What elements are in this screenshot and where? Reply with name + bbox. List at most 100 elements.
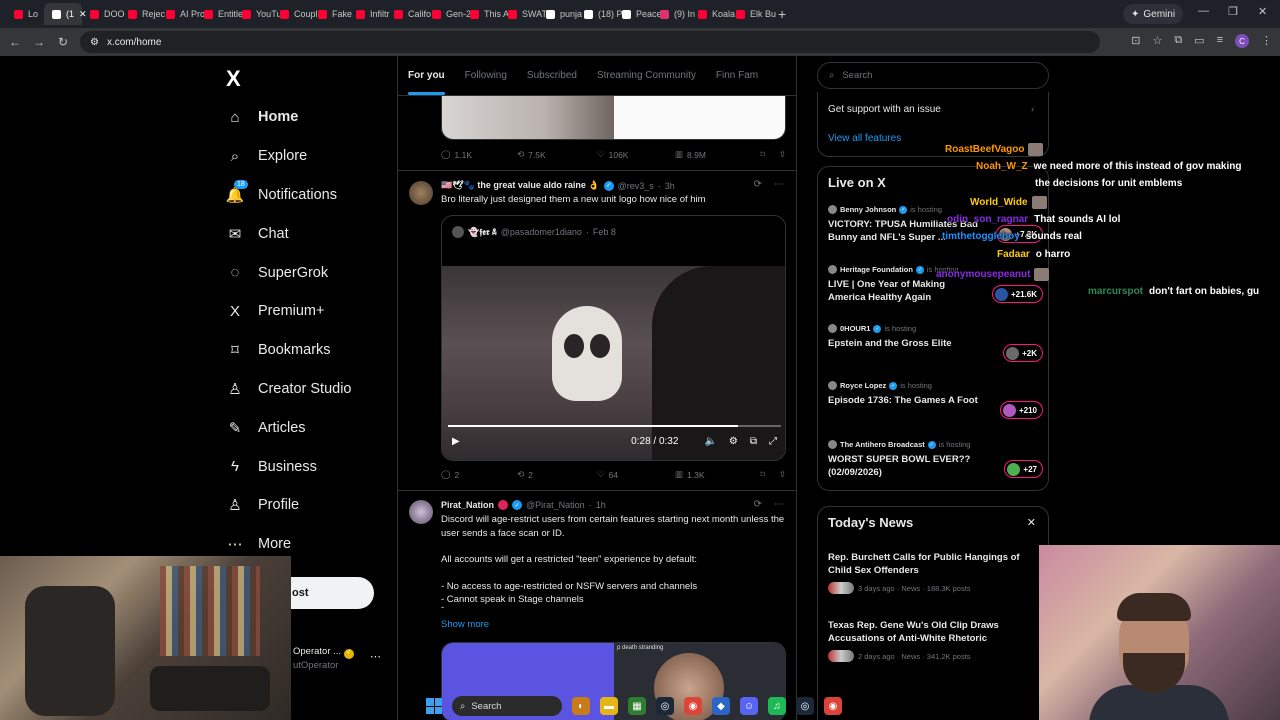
- sidebar-item-premium-[interactable]: X Premium+: [226, 292, 396, 331]
- sidebar-item-chat[interactable]: ✉ Chat: [226, 214, 396, 253]
- share-icon[interactable]: ⇪: [779, 149, 786, 160]
- video-progress-bar[interactable]: [448, 425, 781, 427]
- browser-tab[interactable]: DOO: [82, 3, 125, 25]
- views-button[interactable]: ▥ 1.3K: [675, 469, 755, 480]
- sidebar-item-home[interactable]: ⌂ Home: [226, 98, 396, 137]
- news-item[interactable]: Texas Rep. Gene Wu's Old Clip Draws Accu…: [828, 619, 1040, 662]
- view-all-features-link[interactable]: View all features: [828, 133, 901, 144]
- browser-tab[interactable]: Rejec: [120, 3, 165, 25]
- sidebar-item-bookmarks[interactable]: ⌑ Bookmarks: [226, 331, 396, 370]
- tab-following[interactable]: Following: [465, 70, 507, 81]
- discord-icon[interactable]: ☺: [740, 697, 758, 715]
- browser-tab[interactable]: Lo: [6, 3, 44, 25]
- support-link[interactable]: Get support with an issue: [828, 104, 941, 115]
- tabs-icon[interactable]: ≡: [1217, 34, 1223, 48]
- news-item[interactable]: Rep. Burchett Calls for Public Hangings …: [828, 551, 1040, 594]
- browser-tab[interactable]: SWAT: [500, 3, 547, 25]
- chrome-icon[interactable]: ◉: [684, 697, 702, 715]
- close-window-button[interactable]: ✕: [1258, 5, 1267, 18]
- sidebar-item-supergrok[interactable]: ◌ SuperGrok: [226, 253, 396, 292]
- gemini-button[interactable]: ✦ Gemini: [1123, 4, 1184, 24]
- browser-tab[interactable]: Elk Bu: [728, 3, 776, 25]
- profile-avatar[interactable]: C: [1235, 34, 1249, 48]
- live-item[interactable]: The Antihero Broadcast ✓ is hosting WORST S…: [828, 440, 1043, 479]
- live-item[interactable]: Royce Lopez ✓ is hosting Episode 1736: The …: [828, 381, 1043, 419]
- repost-button[interactable]: ⟲ 7.5K: [517, 149, 597, 160]
- more-icon[interactable]: ⋯: [774, 179, 784, 190]
- tweet-media[interactable]: [441, 96, 786, 140]
- file-explorer-icon[interactable]: ▬: [600, 697, 618, 715]
- share-icon[interactable]: ⇪: [779, 469, 786, 480]
- browser-tab[interactable]: Fake: [310, 3, 352, 25]
- tab-streaming-community[interactable]: Streaming Community: [597, 70, 696, 81]
- browser-tab[interactable]: Gen-2: [424, 3, 471, 25]
- sidebar-item-creator-studio[interactable]: ♙ Creator Studio: [226, 370, 396, 409]
- live-listeners-pill[interactable]: +210: [999, 401, 1043, 419]
- browser-tab[interactable]: Infiltr: [348, 3, 390, 25]
- tab-for-you[interactable]: For you: [408, 70, 445, 95]
- browser-tab[interactable]: Entitle: [196, 3, 243, 25]
- chrome-icon[interactable]: ◉: [824, 697, 842, 715]
- account-more-icon[interactable]: ⋯: [370, 650, 381, 663]
- browser-tab[interactable]: (1 ✕: [44, 3, 87, 25]
- site-info-icon[interactable]: ⚙: [90, 37, 99, 48]
- browser-tab[interactable]: Peace: [614, 3, 662, 25]
- install-icon[interactable]: ⊡: [1131, 34, 1140, 48]
- browser-tab[interactable]: AI Pro: [158, 3, 205, 25]
- new-tab-button[interactable]: +: [778, 6, 786, 22]
- reload-icon[interactable]: ↻: [51, 35, 75, 49]
- bookmark-star-icon[interactable]: ☆: [1152, 34, 1162, 48]
- quoted-tweet[interactable]: 👻𝖋𝖊𝖗 ☠ @pasadomer1diano · Feb 8 ▶ 0:28 /…: [441, 215, 786, 461]
- like-button[interactable]: ♡ 106K: [597, 149, 675, 160]
- live-listeners-pill[interactable]: +21.6K: [991, 285, 1043, 303]
- repost-button[interactable]: ⟲ 2: [517, 469, 597, 480]
- taskbar-app-icon[interactable]: ▦: [628, 697, 646, 715]
- volume-icon[interactable]: 🔈: [704, 436, 716, 447]
- sidebar-item-profile[interactable]: ♙ Profile: [226, 486, 396, 525]
- maximize-button[interactable]: ❐: [1228, 5, 1238, 18]
- tweet-time[interactable]: 1h: [596, 500, 606, 510]
- popout-icon[interactable]: ⧉: [750, 436, 757, 447]
- live-listeners-pill[interactable]: +2K: [1003, 344, 1043, 362]
- search-input[interactable]: ⌕ Search: [817, 62, 1049, 89]
- tweet-time[interactable]: 3h: [665, 181, 675, 191]
- url-field[interactable]: ⚙ x.com/home: [80, 31, 1100, 53]
- menu-icon[interactable]: ⋮: [1261, 34, 1272, 48]
- browser-tab[interactable]: YouTu: [234, 3, 281, 25]
- video-player[interactable]: ▶ 0:28 / 0:32 🔈 ⚙ ⧉ ⤢: [442, 266, 785, 460]
- tab-subscribed[interactable]: Subscribed: [527, 70, 577, 81]
- close-icon[interactable]: ✕: [1027, 516, 1036, 529]
- sidebar-item-explore[interactable]: ⌕ Explore: [226, 137, 396, 176]
- account-switcher[interactable]: Operator ... ✓ utOperator: [293, 645, 354, 672]
- live-listeners-pill[interactable]: +27: [1004, 460, 1043, 478]
- author-handle[interactable]: @rev3_s: [618, 181, 654, 191]
- browser-tab[interactable]: Coupl: [272, 3, 318, 25]
- start-button[interactable]: [426, 698, 442, 714]
- live-item[interactable]: 0HOUR1 ✓ is hosting Epstein and the Gross E…: [828, 324, 1043, 362]
- browser-tab[interactable]: punja: [538, 3, 582, 25]
- bookmark-icon[interactable]: ⌑: [761, 469, 765, 480]
- steam-icon[interactable]: ◎: [656, 697, 674, 715]
- browser-tab[interactable]: Koala: [690, 3, 735, 25]
- avatar[interactable]: [409, 181, 433, 205]
- bookmark-icon[interactable]: ⌑: [761, 149, 765, 160]
- browser-tab[interactable]: (18) P: [576, 3, 623, 25]
- sidebar-item-business[interactable]: ϟ Business: [226, 447, 396, 486]
- spotify-icon[interactable]: ♫: [768, 697, 786, 715]
- browser-tab[interactable]: This A: [462, 3, 509, 25]
- sidebar-item-articles[interactable]: ✎ Articles: [226, 408, 396, 447]
- tab-finn-fam[interactable]: Finn Fam: [716, 70, 758, 81]
- sidebar-item-notifications[interactable]: 🔔 18 Notifications: [226, 176, 396, 215]
- grok-icon[interactable]: ⟳: [754, 499, 762, 510]
- back-icon[interactable]: ←: [3, 35, 27, 49]
- sidepanel-icon[interactable]: ▭: [1194, 34, 1204, 48]
- author-name[interactable]: Pirat_Nation: [441, 500, 494, 510]
- forward-icon[interactable]: →: [27, 35, 51, 49]
- settings-icon[interactable]: ⚙: [729, 436, 738, 447]
- browser-tab[interactable]: Califo: [386, 3, 431, 25]
- like-button[interactable]: ♡ 64: [597, 469, 675, 480]
- play-icon[interactable]: ▶: [452, 436, 460, 447]
- minimize-button[interactable]: —: [1198, 5, 1209, 17]
- taskbar-search[interactable]: ⌕ Search: [452, 696, 562, 716]
- reply-button[interactable]: ◯ 1.1K: [441, 149, 517, 160]
